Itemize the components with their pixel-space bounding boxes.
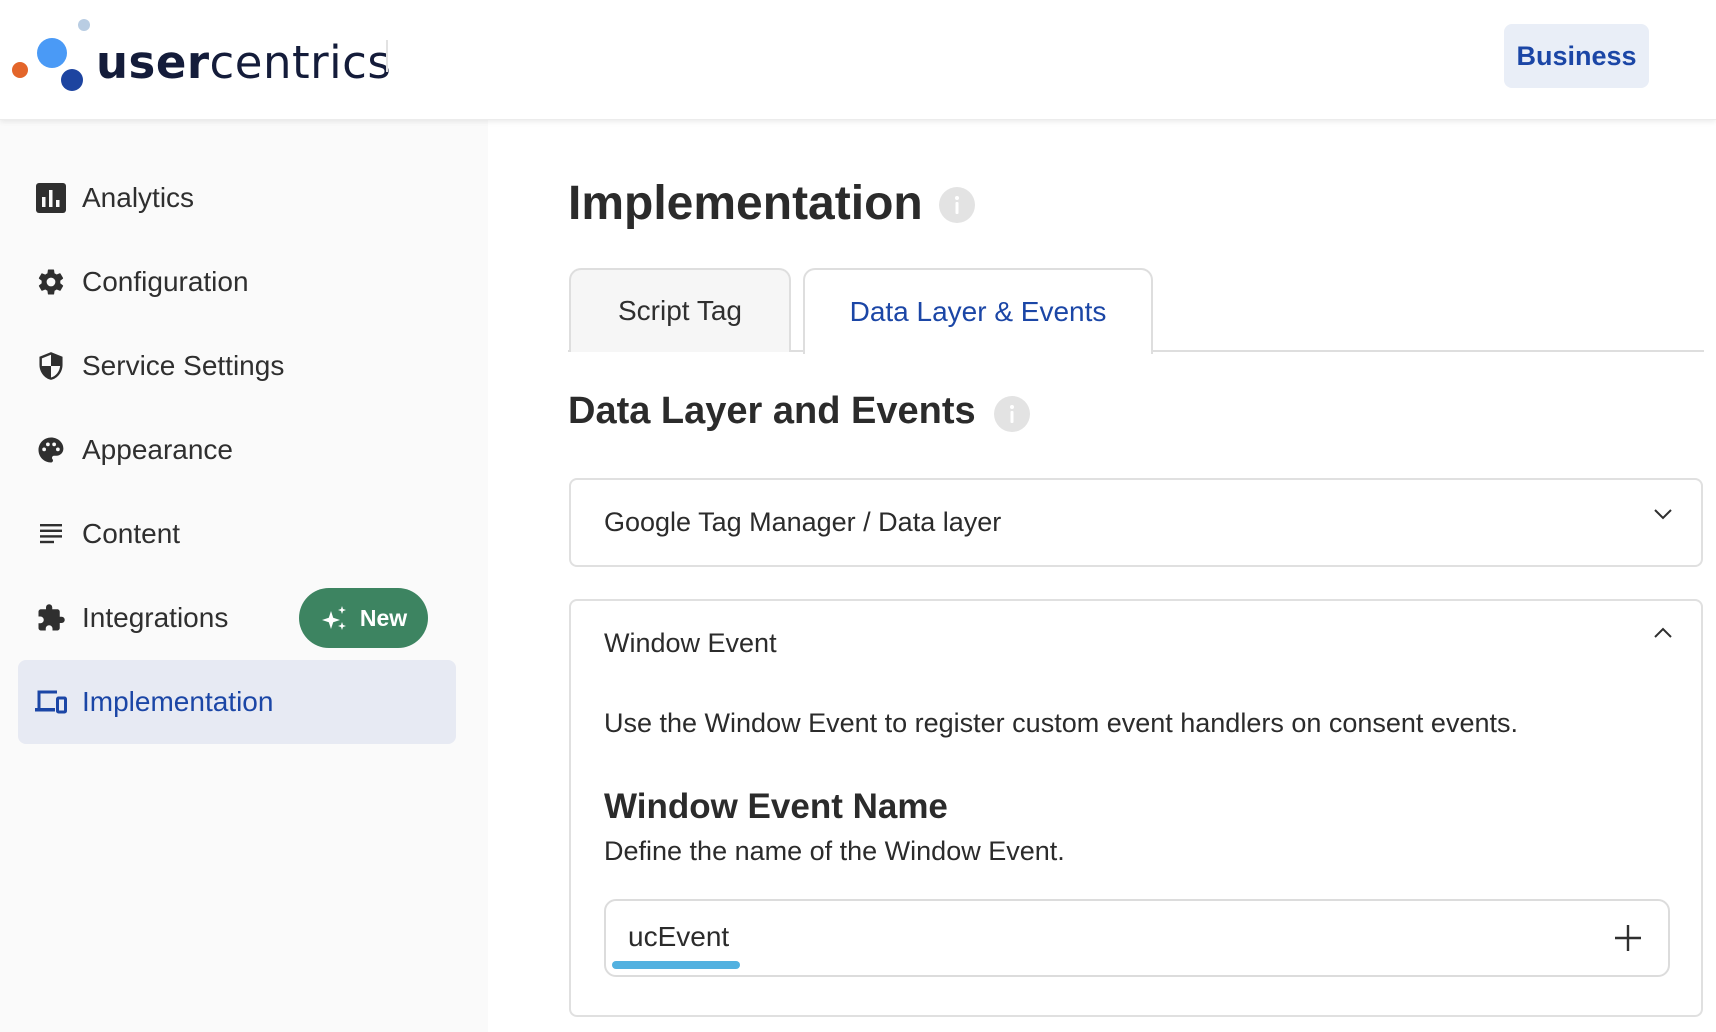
sidebar-item-label: Analytics xyxy=(82,182,195,213)
annotation-underline xyxy=(612,961,740,969)
sidebar-item-analytics[interactable]: Analytics xyxy=(18,156,456,240)
sparkles-icon xyxy=(321,606,346,630)
tab-data-layer-events[interactable]: Data Layer & Events xyxy=(803,268,1153,354)
plan-badge[interactable]: Business xyxy=(1504,24,1649,88)
sidebar-item-content[interactable]: Content xyxy=(18,492,456,576)
info-icon[interactable] xyxy=(994,396,1030,432)
text-lines-icon xyxy=(35,518,67,550)
chevron-down-icon[interactable] xyxy=(1653,507,1673,521)
sidebar-item-label: Implementation xyxy=(82,686,274,717)
sidebar-item-implementation[interactable]: Implementation xyxy=(18,660,456,744)
new-badge: New xyxy=(299,588,428,648)
sidebar-item-integrations[interactable]: Integrations New xyxy=(18,576,456,660)
sidebar-item-configuration[interactable]: Configuration xyxy=(18,240,456,324)
section-title: Data Layer and Events xyxy=(568,390,976,432)
accordion-title[interactable]: Window Event xyxy=(604,628,777,659)
chevron-up-icon[interactable] xyxy=(1653,626,1673,640)
field-title: Window Event Name xyxy=(604,787,948,826)
sidebar-item-service-settings[interactable]: Service Settings xyxy=(18,324,456,408)
add-button[interactable] xyxy=(1610,920,1646,956)
palette-icon xyxy=(35,434,67,466)
top-header: usercentrics Business xyxy=(0,0,1716,120)
shield-icon xyxy=(35,350,67,382)
bar-chart-icon xyxy=(35,182,67,214)
sidebar-item-label: Service Settings xyxy=(82,350,285,381)
puzzle-icon xyxy=(35,602,67,634)
plus-icon xyxy=(1615,925,1641,951)
logo-wordmark: usercentrics xyxy=(96,36,392,89)
sidebar-item-label: Content xyxy=(82,518,181,549)
sidebar-item-label: Configuration xyxy=(82,266,249,297)
info-icon[interactable] xyxy=(939,187,975,223)
sidebar-item-appearance[interactable]: Appearance xyxy=(18,408,456,492)
devices-icon xyxy=(35,686,67,718)
usercentrics-logo[interactable]: usercentrics xyxy=(8,14,392,104)
accordion-description: Use the Window Event to register custom … xyxy=(604,708,1518,738)
sidebar: Analytics Configuration Service Settings… xyxy=(0,120,488,1032)
logo-mark-icon xyxy=(12,19,90,91)
accordion-title: Google Tag Manager / Data layer xyxy=(604,507,1002,537)
gear-icon xyxy=(35,266,67,298)
app-root: usercentrics Business Analytics Configur… xyxy=(0,0,1716,1032)
tab-script-tag[interactable]: Script Tag xyxy=(569,268,791,352)
new-badge-label: New xyxy=(359,604,408,631)
accordion-window-event: Window Event Use the Window Event to reg… xyxy=(569,599,1703,1017)
main-content: Implementation Script Tag Data Layer & E… xyxy=(488,120,1716,1032)
accordion-google-tag-manager[interactable]: Google Tag Manager / Data layer xyxy=(569,478,1703,567)
sidebar-item-label: Integrations xyxy=(82,602,229,633)
field-help-text: Define the name of the Window Event. xyxy=(604,836,1065,866)
header-divider xyxy=(386,40,388,72)
window-event-name-field xyxy=(604,899,1670,977)
sidebar-item-label: Appearance xyxy=(82,434,234,465)
window-event-name-input[interactable] xyxy=(628,915,1528,959)
page-title: Implementation xyxy=(568,177,923,230)
